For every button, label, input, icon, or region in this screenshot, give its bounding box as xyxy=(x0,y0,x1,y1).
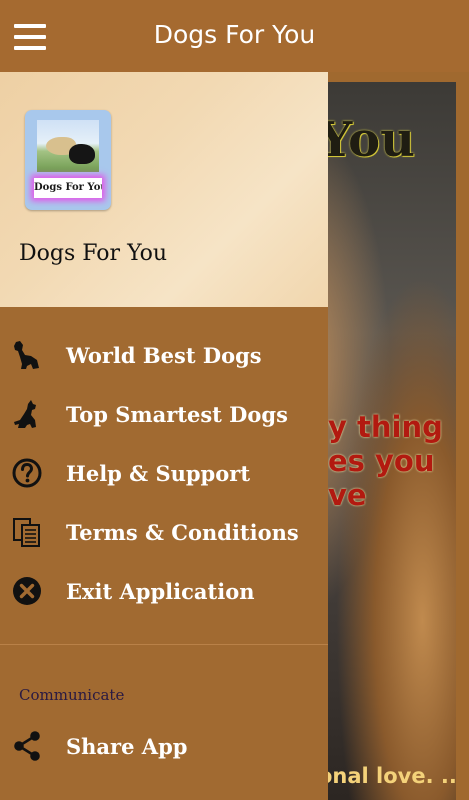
menu-divider xyxy=(0,644,328,645)
menu-item-label: Terms & Conditions xyxy=(66,520,299,545)
drawer-app-name: Dogs For You xyxy=(19,241,168,266)
background-quote-line: es you xyxy=(328,444,435,478)
menu-item-top-smartest-dogs[interactable]: Top Smartest Dogs xyxy=(0,386,328,445)
app-logo: Dogs For You xyxy=(25,110,111,210)
navigation-drawer: Dogs For You Dogs For You World Best Dog… xyxy=(0,72,328,800)
app-bar: Dogs For You xyxy=(0,0,469,72)
menu-item-terms-conditions[interactable]: Terms & Conditions xyxy=(0,504,328,563)
dog-sitting-icon xyxy=(14,341,39,369)
menu-item-label: Help & Support xyxy=(66,461,251,486)
logo-text: Dogs For You xyxy=(34,178,102,198)
menu-item-share-app[interactable]: Share App xyxy=(0,718,328,777)
background-quote-line: ve xyxy=(328,478,367,512)
app-title: Dogs For You xyxy=(153,20,316,49)
menu-item-label: World Best Dogs xyxy=(66,343,262,368)
dog-silhouette-icon xyxy=(14,400,36,428)
section-title-communicate: Communicate xyxy=(19,686,125,704)
drawer-header: Dogs For You Dogs For You xyxy=(0,72,328,307)
share-icon xyxy=(14,731,40,761)
documents-icon xyxy=(13,518,40,547)
background-footer-text: onal love. ... xyxy=(318,764,456,788)
menu-item-label: Exit Application xyxy=(66,579,255,604)
close-circle-icon xyxy=(13,577,41,605)
menu-item-label: Top Smartest Dogs xyxy=(66,402,288,427)
dogs-photo-icon xyxy=(37,120,99,172)
menu-item-world-best-dogs[interactable]: World Best Dogs xyxy=(0,327,328,386)
drawer-menu: World Best Dogs Top Smartest Dogs Help &… xyxy=(0,327,328,622)
background-headline: You xyxy=(318,112,416,168)
menu-item-exit-application[interactable]: Exit Application xyxy=(0,563,328,622)
question-circle-icon xyxy=(12,458,42,488)
background-quote-line: y thing xyxy=(328,410,443,444)
menu-item-label: Share App xyxy=(66,734,188,759)
menu-item-help-support[interactable]: Help & Support xyxy=(0,445,328,504)
